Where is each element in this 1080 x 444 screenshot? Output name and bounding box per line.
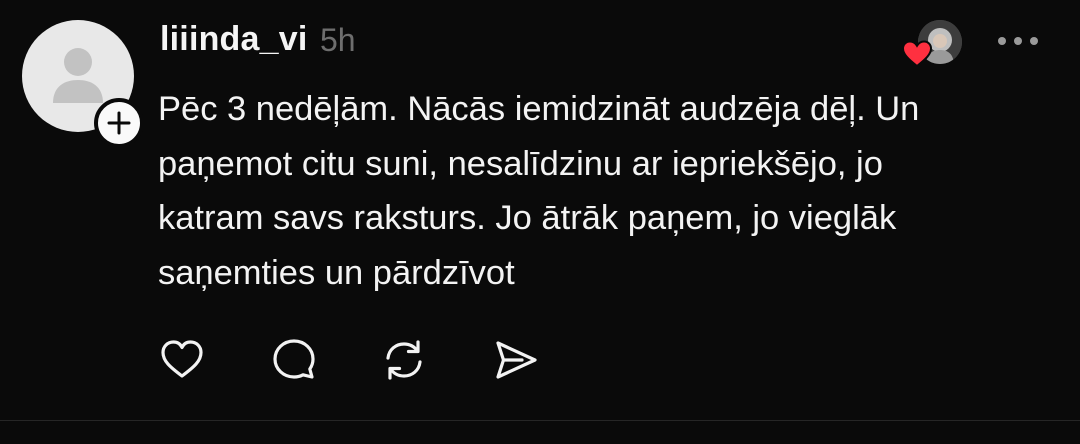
send-icon [496, 341, 537, 379]
like-button[interactable] [158, 336, 206, 384]
repost-icon [386, 340, 422, 380]
author-username[interactable]: liiinda_vi [160, 20, 308, 59]
heart-outline-icon [161, 340, 203, 378]
thread-post: liiinda_vi 5h Pēc 3 nedēļām. Nācās iemid… [0, 0, 1080, 420]
post-divider [0, 420, 1080, 421]
author-avatar-container[interactable] [22, 20, 144, 148]
plus-icon [107, 111, 131, 135]
repost-button[interactable] [380, 336, 428, 384]
follow-button[interactable] [94, 98, 144, 148]
share-button[interactable] [492, 336, 540, 384]
more-options-button[interactable] [992, 26, 1044, 56]
comment-button[interactable] [270, 336, 318, 384]
post-text: Pēc 3 nedēļām. Nācās iemidzināt audzēja … [158, 90, 920, 292]
more-horizontal-icon [998, 37, 1038, 45]
heart-icon [902, 40, 932, 68]
liked-by-indicator[interactable] [902, 20, 964, 68]
post-timestamp: 5h [320, 22, 356, 58]
comment-icon [273, 339, 315, 379]
